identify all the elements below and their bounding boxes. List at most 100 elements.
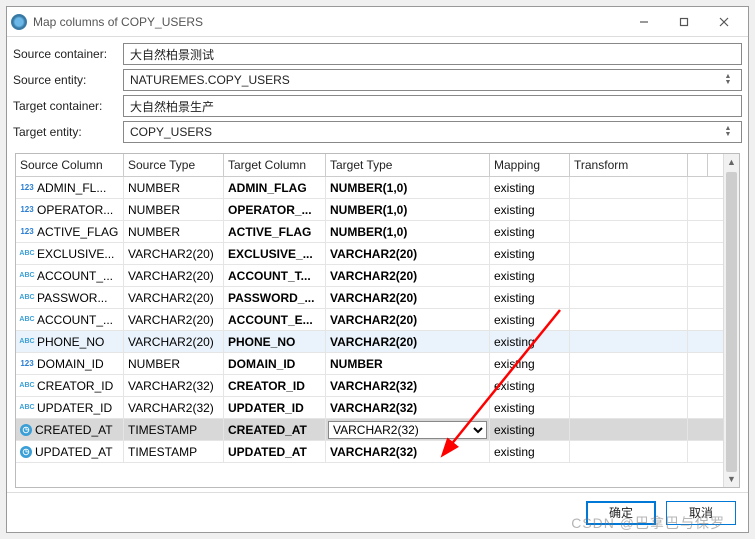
col-target-type[interactable]: Target Type	[326, 154, 490, 176]
mapping-cell[interactable]: existing	[490, 441, 570, 462]
col-target-column[interactable]: Target Column	[224, 154, 326, 176]
source-column-cell[interactable]: ABCACCOUNT_...	[16, 309, 124, 330]
source-type-cell[interactable]: TIMESTAMP	[124, 419, 224, 440]
table-row[interactable]: ABCACCOUNT_...VARCHAR2(20)ACCOUNT_E...VA…	[16, 309, 723, 331]
target-entity-field[interactable]: COPY_USERS ▲▼	[123, 121, 742, 143]
source-type-cell[interactable]: VARCHAR2(20)	[124, 331, 224, 352]
target-type-cell[interactable]: VARCHAR2(20)	[326, 265, 490, 286]
table-row[interactable]: ABCUPDATER_IDVARCHAR2(32)UPDATER_IDVARCH…	[16, 397, 723, 419]
target-type-cell[interactable]: NUMBER	[326, 353, 490, 374]
target-container-field[interactable]: 大自然柏景生产	[123, 95, 742, 117]
source-container-field[interactable]: 大自然柏景测试	[123, 43, 742, 65]
source-column-cell[interactable]: 123DOMAIN_ID	[16, 353, 124, 374]
target-column-cell[interactable]: CREATED_AT	[224, 419, 326, 440]
source-type-cell[interactable]: TIMESTAMP	[124, 441, 224, 462]
vertical-scrollbar[interactable]: ▲ ▼	[723, 154, 739, 487]
target-type-cell[interactable]: NUMBER(1,0)	[326, 221, 490, 242]
minimize-button[interactable]	[624, 8, 664, 36]
mapping-cell[interactable]: existing	[490, 353, 570, 374]
source-column-cell[interactable]: ABCEXCLUSIVE...	[16, 243, 124, 264]
source-type-cell[interactable]: VARCHAR2(32)	[124, 375, 224, 396]
source-column-cell[interactable]: ◷CREATED_AT	[16, 419, 124, 440]
transform-cell[interactable]	[570, 375, 688, 396]
source-column-cell[interactable]: ◷UPDATED_AT	[16, 441, 124, 462]
transform-cell[interactable]	[570, 177, 688, 198]
mapping-cell[interactable]: existing	[490, 397, 570, 418]
target-column-cell[interactable]: ADMIN_FLAG	[224, 177, 326, 198]
table-row[interactable]: ◷CREATED_ATTIMESTAMPCREATED_ATVARCHAR2(3…	[16, 419, 723, 441]
col-source-column[interactable]: Source Column	[16, 154, 124, 176]
source-type-cell[interactable]: NUMBER	[124, 177, 224, 198]
col-mapping[interactable]: Mapping	[490, 154, 570, 176]
transform-cell[interactable]	[570, 309, 688, 330]
target-column-cell[interactable]: UPDATER_ID	[224, 397, 326, 418]
target-type-cell[interactable]: VARCHAR2(20)	[326, 243, 490, 264]
source-column-cell[interactable]: ABCACCOUNT_...	[16, 265, 124, 286]
mapping-cell[interactable]: existing	[490, 375, 570, 396]
mapping-cell[interactable]: existing	[490, 177, 570, 198]
target-type-cell[interactable]: VARCHAR2(20)	[326, 331, 490, 352]
spinner-icon[interactable]: ▲▼	[721, 126, 735, 138]
target-type-select[interactable]: VARCHAR2(32)	[328, 421, 487, 439]
scroll-up-icon[interactable]: ▲	[724, 154, 739, 170]
maximize-button[interactable]	[664, 8, 704, 36]
target-column-cell[interactable]: ACCOUNT_T...	[224, 265, 326, 286]
mapping-cell[interactable]: existing	[490, 265, 570, 286]
table-row[interactable]: ABCEXCLUSIVE...VARCHAR2(20)EXCLUSIVE_...…	[16, 243, 723, 265]
target-column-cell[interactable]: DOMAIN_ID	[224, 353, 326, 374]
scroll-down-icon[interactable]: ▼	[724, 471, 739, 487]
target-column-cell[interactable]: PASSWORD_...	[224, 287, 326, 308]
col-source-type[interactable]: Source Type	[124, 154, 224, 176]
source-type-cell[interactable]: VARCHAR2(20)	[124, 309, 224, 330]
target-type-cell[interactable]: VARCHAR2(32)	[326, 375, 490, 396]
mapping-cell[interactable]: existing	[490, 331, 570, 352]
table-row[interactable]: 123ACTIVE_FLAGNUMBERACTIVE_FLAGNUMBER(1,…	[16, 221, 723, 243]
mapping-cell[interactable]: existing	[490, 287, 570, 308]
transform-cell[interactable]	[570, 353, 688, 374]
transform-cell[interactable]	[570, 397, 688, 418]
source-column-cell[interactable]: 123ACTIVE_FLAG	[16, 221, 124, 242]
target-column-cell[interactable]: ACCOUNT_E...	[224, 309, 326, 330]
source-column-cell[interactable]: ABCUPDATER_ID	[16, 397, 124, 418]
table-row[interactable]: ABCPHONE_NOVARCHAR2(20)PHONE_NOVARCHAR2(…	[16, 331, 723, 353]
scrollbar-thumb[interactable]	[726, 172, 737, 472]
target-type-cell[interactable]: VARCHAR2(32)	[326, 397, 490, 418]
target-column-cell[interactable]: OPERATOR_...	[224, 199, 326, 220]
source-column-cell[interactable]: 123OPERATOR...	[16, 199, 124, 220]
table-row[interactable]: 123ADMIN_FL...NUMBERADMIN_FLAGNUMBER(1,0…	[16, 177, 723, 199]
table-row[interactable]: ABCCREATOR_IDVARCHAR2(32)CREATOR_IDVARCH…	[16, 375, 723, 397]
target-column-cell[interactable]: ACTIVE_FLAG	[224, 221, 326, 242]
table-row[interactable]: ABCACCOUNT_...VARCHAR2(20)ACCOUNT_T...VA…	[16, 265, 723, 287]
table-row[interactable]: 123DOMAIN_IDNUMBERDOMAIN_IDNUMBERexistin…	[16, 353, 723, 375]
source-type-cell[interactable]: VARCHAR2(20)	[124, 287, 224, 308]
target-column-cell[interactable]: PHONE_NO	[224, 331, 326, 352]
target-column-cell[interactable]: CREATOR_ID	[224, 375, 326, 396]
target-column-cell[interactable]: EXCLUSIVE_...	[224, 243, 326, 264]
target-column-cell[interactable]: UPDATED_AT	[224, 441, 326, 462]
source-column-cell[interactable]: ABCPASSWOR...	[16, 287, 124, 308]
target-type-cell[interactable]: VARCHAR2(20)	[326, 287, 490, 308]
source-type-cell[interactable]: NUMBER	[124, 199, 224, 220]
transform-cell[interactable]	[570, 419, 688, 440]
target-type-cell[interactable]: NUMBER(1,0)	[326, 199, 490, 220]
table-row[interactable]: ◷UPDATED_ATTIMESTAMPUPDATED_ATVARCHAR2(3…	[16, 441, 723, 463]
target-type-cell[interactable]: VARCHAR2(32)	[326, 441, 490, 462]
close-button[interactable]	[704, 8, 744, 36]
table-row[interactable]: 123OPERATOR...NUMBEROPERATOR_...NUMBER(1…	[16, 199, 723, 221]
source-column-cell[interactable]: ABCCREATOR_ID	[16, 375, 124, 396]
transform-cell[interactable]	[570, 243, 688, 264]
target-type-cell[interactable]: VARCHAR2(20)	[326, 309, 490, 330]
transform-cell[interactable]	[570, 287, 688, 308]
target-type-cell[interactable]: NUMBER(1,0)	[326, 177, 490, 198]
table-row[interactable]: ABCPASSWOR...VARCHAR2(20)PASSWORD_...VAR…	[16, 287, 723, 309]
mapping-cell[interactable]: existing	[490, 243, 570, 264]
source-type-cell[interactable]: NUMBER	[124, 221, 224, 242]
mapping-cell[interactable]: existing	[490, 199, 570, 220]
source-column-cell[interactable]: ABCPHONE_NO	[16, 331, 124, 352]
spinner-icon[interactable]: ▲▼	[721, 74, 735, 86]
source-type-cell[interactable]: VARCHAR2(20)	[124, 265, 224, 286]
source-type-cell[interactable]: VARCHAR2(32)	[124, 397, 224, 418]
source-type-cell[interactable]: VARCHAR2(20)	[124, 243, 224, 264]
source-column-cell[interactable]: 123ADMIN_FL...	[16, 177, 124, 198]
mapping-cell[interactable]: existing	[490, 309, 570, 330]
